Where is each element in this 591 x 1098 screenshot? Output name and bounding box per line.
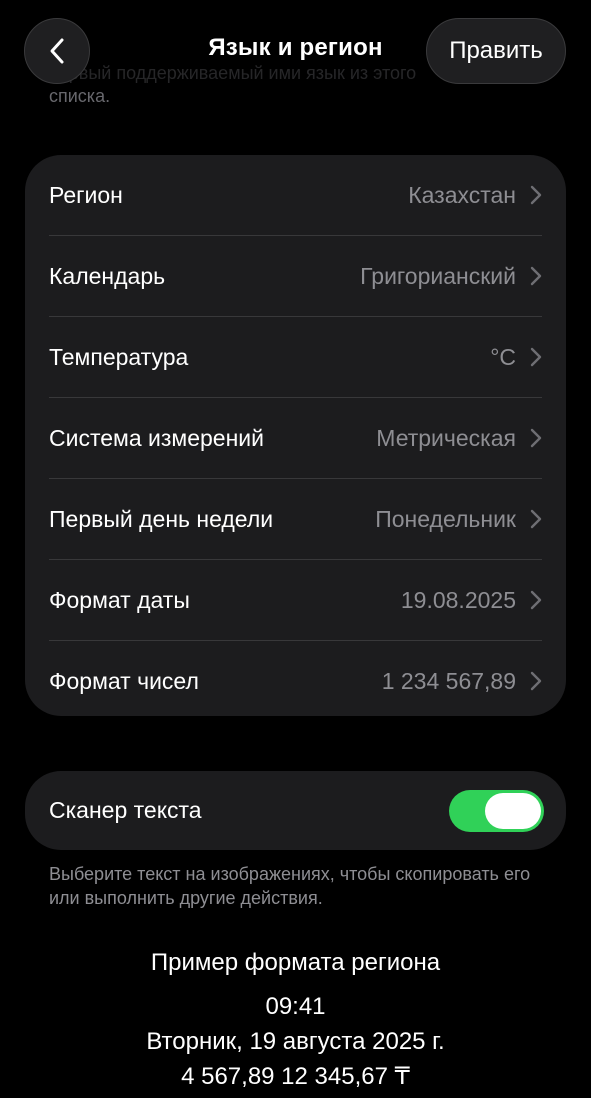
setting-value: 1 234 567,89 <box>381 667 516 694</box>
text-scanner-footnote: Выберите текст на изображениях, чтобы ск… <box>49 864 531 908</box>
setting-row-first-weekday[interactable]: Первый день недели Понедельник <box>49 479 542 560</box>
partial-description-line-2: списка. <box>49 86 111 106</box>
chevron-right-icon <box>530 671 542 691</box>
setting-label: Формат чисел <box>49 667 199 694</box>
setting-value: 19.08.2025 <box>400 586 516 613</box>
setting-row-calendar[interactable]: Календарь Григорианский <box>49 236 542 317</box>
chevron-right-icon <box>530 509 542 529</box>
chevron-right-icon <box>530 185 542 205</box>
setting-row-number-format[interactable]: Формат чисел 1 234 567,89 <box>49 641 542 721</box>
region-example-numbers: 4 567,89 12 345,67 ₸ <box>181 1063 410 1090</box>
setting-row-date-format[interactable]: Формат даты 19.08.2025 <box>49 560 542 641</box>
setting-label: Регион <box>49 181 123 208</box>
region-settings-card: Регион Казахстан Календарь Григорианский… <box>25 155 566 716</box>
setting-value: Метрическая <box>376 424 516 451</box>
setting-value: °C <box>490 343 516 370</box>
chevron-right-icon <box>530 590 542 610</box>
setting-label: Первый день недели <box>49 505 274 532</box>
setting-row-region[interactable]: Регион Казахстан <box>49 155 542 236</box>
text-scanner-toggle[interactable] <box>449 789 544 832</box>
setting-label: Календарь <box>49 262 166 289</box>
setting-label: Формат даты <box>49 586 190 613</box>
chevron-right-icon <box>530 428 542 448</box>
setting-value: Григорианский <box>360 262 516 289</box>
edit-button[interactable]: Править <box>426 18 566 84</box>
setting-value: Казахстан <box>408 181 516 208</box>
chevron-right-icon <box>530 266 542 286</box>
setting-value: Понедельник <box>375 505 516 532</box>
chevron-right-icon <box>530 347 542 367</box>
text-scanner-label: Сканер текста <box>49 797 202 823</box>
setting-label: Температура <box>49 343 189 370</box>
region-example-date: Вторник, 19 августа 2025 г. <box>146 1028 445 1055</box>
region-example-time: 09:41 <box>265 993 326 1020</box>
setting-row-measurement-system[interactable]: Система измерений Метрическая <box>49 398 542 479</box>
setting-label: Система измерений <box>49 424 264 451</box>
toggle-knob <box>485 792 541 829</box>
setting-row-temperature[interactable]: Температура °C <box>49 317 542 398</box>
region-example-title: Пример формата региона <box>150 949 441 976</box>
text-scanner-card: Сканер текста <box>25 771 566 850</box>
